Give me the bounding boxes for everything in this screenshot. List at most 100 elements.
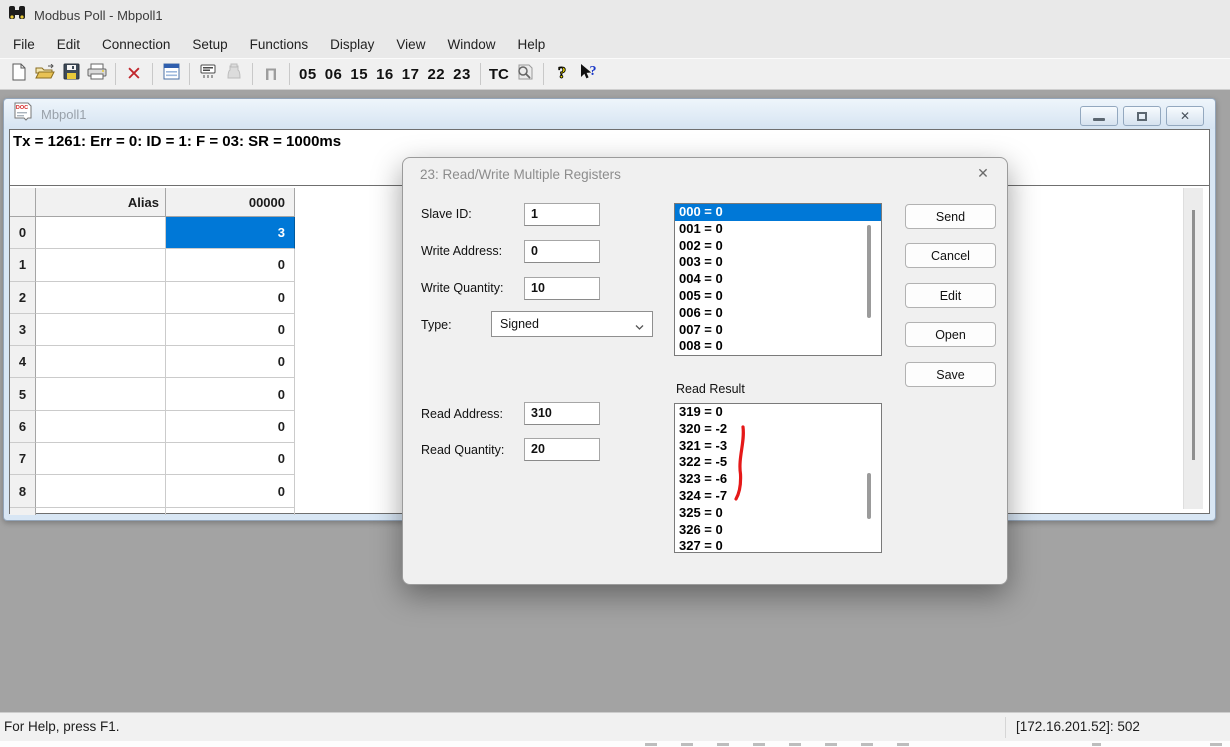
menu-item-functions[interactable]: Functions (239, 33, 320, 56)
list-item[interactable]: 002 = 0 (675, 238, 881, 255)
menu-item-view[interactable]: View (385, 33, 436, 56)
row-header-cell[interactable]: 5 (10, 378, 36, 410)
read-quantity-field[interactable]: 20 (524, 438, 600, 461)
read-address-field[interactable]: 310 (524, 402, 600, 425)
toolbar-func-16-button[interactable]: 16 (372, 66, 398, 83)
read-list-scrollbar-thumb[interactable] (867, 473, 871, 519)
row-header-cell[interactable]: 8 (10, 475, 36, 507)
save-button[interactable]: Save (905, 362, 996, 387)
list-item[interactable]: 008 = 0 (675, 338, 881, 355)
doc-window-titlebar[interactable]: DOC Mbpoll1 (4, 99, 1215, 129)
alias-cell[interactable] (36, 282, 166, 314)
grid-header-alias[interactable]: Alias (36, 188, 166, 217)
row-header-cell[interactable]: 6 (10, 411, 36, 443)
write-address-field[interactable]: 0 (524, 240, 600, 263)
value-cell[interactable]: 0 (166, 378, 295, 410)
about-button[interactable]: ? (549, 61, 575, 87)
restore-button[interactable] (1123, 106, 1161, 126)
alias-cell[interactable] (36, 346, 166, 378)
menu-item-connection[interactable]: Connection (91, 33, 181, 56)
list-item[interactable]: 324 = -7 (675, 488, 881, 505)
alias-cell[interactable] (36, 249, 166, 281)
dialog-close-button[interactable]: ✕ (972, 165, 994, 185)
toolbar-func-05-button[interactable]: 05 (295, 66, 321, 83)
toolbar-func-06-button[interactable]: 06 (321, 66, 347, 83)
cancel-button[interactable]: Cancel (905, 243, 996, 268)
list-item[interactable]: 320 = -2 (675, 421, 881, 438)
row-header-cell[interactable]: 2 (10, 282, 36, 314)
log-view-button[interactable] (512, 61, 538, 87)
scrollbar-thumb[interactable] (1192, 210, 1195, 460)
list-item[interactable]: 327 = 0 (675, 538, 881, 553)
connect-button[interactable] (195, 61, 221, 87)
menu-item-file[interactable]: File (2, 33, 46, 56)
row-header-cell[interactable]: 7 (10, 443, 36, 475)
row-header-cell[interactable]: 1 (10, 249, 36, 281)
write-values-list[interactable]: 000 = 0001 = 0002 = 0003 = 0004 = 0005 =… (674, 203, 882, 356)
list-item[interactable]: 323 = -6 (675, 471, 881, 488)
write-quantity-field[interactable]: 10 (524, 277, 600, 300)
list-item[interactable]: 007 = 0 (675, 322, 881, 339)
list-item[interactable]: 326 = 0 (675, 522, 881, 539)
list-item[interactable]: 004 = 0 (675, 271, 881, 288)
value-cell[interactable]: 0 (166, 314, 295, 346)
value-cell[interactable]: 0 (166, 282, 295, 314)
menu-item-window[interactable]: Window (436, 33, 506, 56)
test-center-button[interactable]: TC (486, 66, 512, 83)
value-cell[interactable]: 0 (166, 249, 295, 281)
value-cell[interactable]: 0 (166, 443, 295, 475)
delete-button[interactable]: ✕ (121, 61, 147, 87)
grid-corner-cell[interactable] (10, 188, 36, 217)
row-header-cell[interactable]: 4 (10, 346, 36, 378)
toolbar-func-15-button[interactable]: 15 (346, 66, 372, 83)
menu-item-help[interactable]: Help (506, 33, 556, 56)
value-cell[interactable]: 3 (166, 217, 295, 249)
setup-window-button[interactable] (158, 61, 184, 87)
alias-cell[interactable] (36, 475, 166, 507)
close-button[interactable]: ✕ (1166, 106, 1204, 126)
menu-item-setup[interactable]: Setup (181, 33, 238, 56)
print-button[interactable] (84, 61, 110, 87)
list-item[interactable]: 000 = 0 (675, 204, 881, 221)
disconnect-button[interactable] (221, 61, 247, 87)
toolbar-func-23-button[interactable]: 23 (449, 66, 475, 83)
alias-cell[interactable] (36, 378, 166, 410)
menu-item-edit[interactable]: Edit (46, 33, 91, 56)
list-item[interactable]: 001 = 0 (675, 221, 881, 238)
list-item[interactable]: 006 = 0 (675, 305, 881, 322)
alias-cell[interactable] (36, 443, 166, 475)
alias-cell[interactable] (36, 217, 166, 249)
menu-item-display[interactable]: Display (319, 33, 385, 56)
list-item[interactable]: 319 = 0 (675, 404, 881, 421)
alias-cell[interactable] (36, 411, 166, 443)
open-file-button[interactable] (32, 61, 58, 87)
row-header-cell[interactable]: 3 (10, 314, 36, 346)
toolbar-separator (252, 63, 253, 85)
grid-header-00000[interactable]: 00000 (166, 188, 295, 217)
open-button[interactable]: Open (905, 322, 996, 347)
slave-id-field[interactable]: 1 (524, 203, 600, 226)
read-result-list[interactable]: 319 = 0320 = -2321 = -3322 = -5323 = -63… (674, 403, 882, 553)
row-header-cell[interactable]: 0 (10, 217, 36, 249)
list-item[interactable]: 322 = -5 (675, 454, 881, 471)
list-item[interactable]: 321 = -3 (675, 438, 881, 455)
minimize-button[interactable] (1080, 106, 1118, 126)
edit-button[interactable]: Edit (905, 283, 996, 308)
send-button[interactable]: Send (905, 204, 996, 229)
value-cell[interactable]: 0 (166, 475, 295, 507)
new-file-button[interactable] (6, 61, 32, 87)
toolbar-func-22-button[interactable]: 22 (423, 66, 449, 83)
toolbar-func-17-button[interactable]: 17 (398, 66, 424, 83)
single-poll-button[interactable]: Π (258, 61, 284, 87)
alias-cell[interactable] (36, 314, 166, 346)
value-cell[interactable]: 0 (166, 346, 295, 378)
value-cell[interactable]: 0 (166, 411, 295, 443)
context-help-button[interactable]: ? (575, 61, 601, 87)
list-item[interactable]: 325 = 0 (675, 505, 881, 522)
list-item[interactable]: 005 = 0 (675, 288, 881, 305)
type-dropdown[interactable]: Signed (491, 311, 653, 337)
grid-vertical-scrollbar[interactable] (1183, 188, 1203, 509)
save-button[interactable] (58, 61, 84, 87)
write-list-scrollbar-thumb[interactable] (867, 225, 871, 318)
list-item[interactable]: 003 = 0 (675, 254, 881, 271)
